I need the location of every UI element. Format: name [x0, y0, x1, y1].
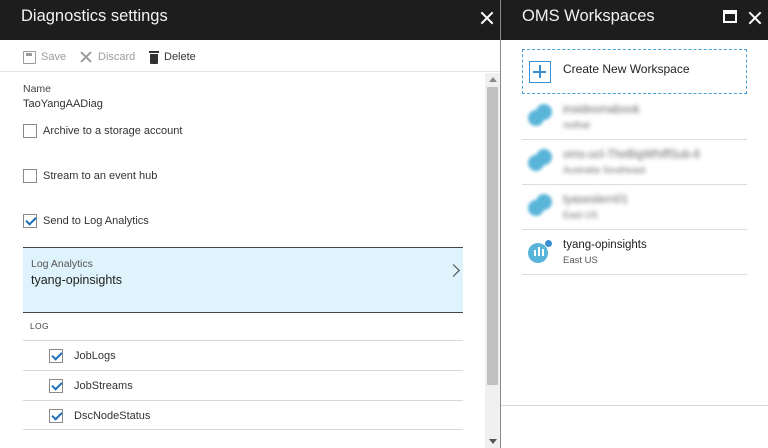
stream-event-hub-checkbox[interactable]: Stream to an event hub [23, 168, 157, 184]
delete-button[interactable]: Delete [149, 49, 196, 65]
log-row-dscnodestatus[interactable]: DscNodeStatus [23, 400, 463, 430]
log-analytics-icon [528, 239, 552, 263]
save-button[interactable]: Save [23, 49, 66, 65]
workspace-location: East US [563, 210, 598, 221]
log-analytics-label: Log Analytics [31, 258, 93, 270]
checkbox-box [49, 349, 63, 363]
blade-title: OMS Workspaces [522, 7, 655, 25]
close-icon[interactable] [748, 11, 762, 25]
log-label: JobLogs [74, 350, 116, 362]
checkbox-label: Send to Log Analytics [43, 215, 149, 227]
workspace-icon [528, 149, 552, 173]
workspace-item[interactable]: tyaseslern01 East US [522, 185, 747, 230]
checkbox-box [23, 214, 37, 228]
toolbar: Save Discard Delete [0, 40, 500, 72]
log-label: JobStreams [74, 380, 133, 392]
checkbox-box [23, 124, 37, 138]
workspace-name: oms-ucl-TheBigWhiffSub-6 [563, 149, 701, 161]
checkbox-box [49, 409, 63, 423]
name-value: TaoYangAADiag [23, 98, 103, 110]
checkbox-box [49, 379, 63, 393]
discard-icon [80, 51, 93, 64]
checkbox-label: Stream to an event hub [43, 170, 158, 182]
trash-icon [149, 50, 159, 64]
settings-content: Name TaoYangAADiag Archive to a storage … [0, 73, 484, 448]
workspace-item-tyang-opinsights[interactable]: tyang-opinsights East US [522, 230, 747, 275]
discard-label: Discard [98, 51, 136, 63]
log-row-jobstreams[interactable]: JobStreams [23, 370, 463, 400]
log-row-joblogs[interactable]: JobLogs [23, 340, 463, 370]
workspace-item[interactable]: oms-ucl-TheBigWhiffSub-6 Australia South… [522, 140, 747, 185]
vertical-scrollbar[interactable] [485, 73, 500, 448]
log-section-header: LOG [30, 321, 49, 331]
workspace-item[interactable]: insidesmabook redhat [522, 95, 747, 140]
save-label: Save [41, 51, 67, 63]
scroll-thumb[interactable] [487, 87, 498, 385]
workspace-location: redhat [563, 120, 590, 131]
oms-workspaces-blade: OMS Workspaces Create New Workspace insi… [501, 0, 768, 448]
workspace-location: East US [563, 255, 598, 266]
blade-header: OMS Workspaces [501, 0, 768, 40]
checkbox-box [23, 169, 37, 183]
blade-header: Diagnostics settings [0, 0, 500, 40]
workspace-name: tyang-opinsights [563, 239, 647, 251]
plus-icon [529, 61, 551, 83]
workspace-name: tyaseslern01 [563, 194, 629, 206]
blade-title: Diagnostics settings [21, 7, 168, 25]
scroll-down-icon[interactable] [489, 439, 497, 444]
chevron-right-icon [447, 264, 460, 277]
create-workspace-label: Create New Workspace [563, 62, 690, 76]
send-log-analytics-checkbox[interactable]: Send to Log Analytics [23, 213, 149, 229]
scroll-up-icon[interactable] [489, 77, 497, 82]
maximize-icon[interactable] [723, 10, 737, 23]
checkbox-label: Archive to a storage account [43, 125, 183, 137]
save-icon [23, 50, 36, 64]
diagnostics-settings-blade: Diagnostics settings Save Discard Delete… [0, 0, 500, 448]
workspace-icon [528, 194, 552, 218]
workspace-name: insidesmabook [563, 104, 640, 116]
divider [501, 405, 768, 406]
archive-storage-checkbox[interactable]: Archive to a storage account [23, 123, 182, 139]
log-analytics-value: tyang-opinsights [31, 273, 123, 287]
name-label: Name [23, 83, 52, 95]
workspace-icon [528, 104, 552, 128]
delete-label: Delete [164, 51, 196, 63]
close-icon[interactable] [480, 11, 494, 25]
workspace-location: Australia Southeast [563, 165, 646, 176]
create-new-workspace-button[interactable]: Create New Workspace [522, 49, 747, 94]
discard-button[interactable]: Discard [80, 49, 135, 65]
log-label: DscNodeStatus [74, 410, 151, 422]
log-analytics-selector[interactable]: Log Analytics tyang-opinsights [23, 247, 463, 313]
